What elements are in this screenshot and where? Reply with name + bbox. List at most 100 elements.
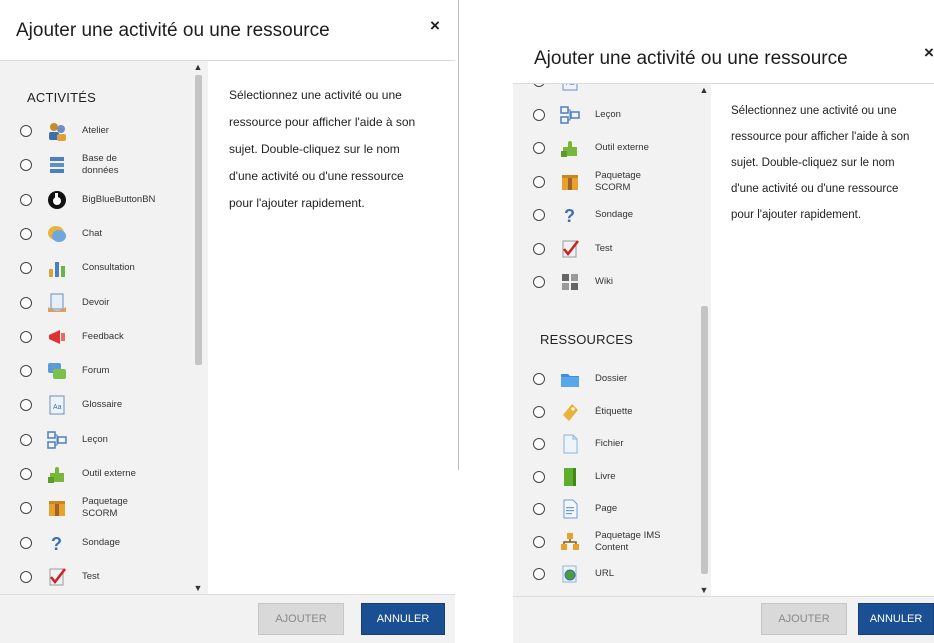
radio-button[interactable] bbox=[20, 365, 32, 378]
radio-button[interactable] bbox=[20, 296, 32, 309]
dialog-title: Ajouter une activité ou une ressource bbox=[16, 20, 330, 41]
scroll-up-icon[interactable]: ▲ bbox=[697, 84, 711, 96]
module-item-sondage[interactable]: ? Sondage bbox=[0, 528, 120, 558]
radio-button[interactable] bbox=[533, 276, 545, 288]
module-item-label: Sondage bbox=[595, 209, 634, 220]
module-item-paquetage-scorm[interactable]: Paquetage SCORM bbox=[513, 167, 641, 197]
radio-button[interactable] bbox=[20, 193, 32, 206]
radio-button[interactable] bbox=[533, 175, 545, 188]
chat-icon bbox=[46, 223, 68, 245]
module-item-sondage[interactable]: ? Sondage bbox=[513, 200, 633, 230]
module-item-etiquette[interactable]: Étiquette bbox=[513, 397, 633, 427]
survey-icon: ? bbox=[559, 204, 581, 226]
close-icon[interactable]: × bbox=[430, 16, 440, 36]
module-item-label: Sondage bbox=[82, 536, 121, 548]
radio-button[interactable] bbox=[533, 568, 545, 580]
assignment-icon bbox=[46, 292, 68, 314]
svg-text:Aa: Aa bbox=[566, 84, 575, 87]
radio-button[interactable] bbox=[20, 570, 32, 583]
radio-button[interactable] bbox=[20, 330, 32, 343]
add-activity-dialog-left: Ajouter une activité ou une ressource × … bbox=[0, 0, 455, 643]
svg-text:Aa: Aa bbox=[53, 404, 62, 411]
scrollbar[interactable]: ▲ ▼ bbox=[191, 61, 205, 594]
cancel-button[interactable]: ANNULER bbox=[361, 603, 445, 635]
scroll-up-icon[interactable]: ▲ bbox=[191, 61, 205, 73]
radio-button[interactable] bbox=[20, 262, 32, 275]
scrollbar-thumb[interactable] bbox=[701, 306, 708, 574]
module-item-glossaire[interactable]: Aa Glossaire bbox=[513, 84, 635, 96]
module-item-consultation[interactable]: Consultation bbox=[0, 253, 135, 283]
module-item-label: Test bbox=[82, 570, 100, 582]
module-item-livre[interactable]: Livre bbox=[513, 462, 616, 492]
module-item-url[interactable]: URL bbox=[513, 559, 614, 589]
atelier-icon bbox=[46, 120, 68, 142]
module-item-page[interactable]: Page bbox=[513, 494, 617, 524]
cancel-button[interactable]: ANNULER bbox=[858, 603, 934, 635]
radio-button[interactable] bbox=[533, 373, 545, 385]
radio-button[interactable] bbox=[533, 108, 545, 121]
module-item-feedback[interactable]: Feedback bbox=[0, 322, 124, 352]
folder-icon bbox=[559, 368, 581, 390]
radio-button[interactable] bbox=[20, 502, 32, 515]
add-button[interactable]: AJOUTER bbox=[258, 603, 344, 635]
module-item-wiki[interactable]: Wiki bbox=[513, 267, 613, 297]
radio-button[interactable] bbox=[533, 242, 545, 255]
radio-button[interactable] bbox=[20, 399, 32, 412]
module-item-outil-externe[interactable]: Outil externe bbox=[513, 133, 649, 163]
module-item-devoir[interactable]: Devoir bbox=[0, 288, 109, 318]
radio-button[interactable] bbox=[20, 125, 32, 137]
module-item-lecon[interactable]: Leçon bbox=[0, 425, 108, 455]
scrollbar[interactable]: ▲ ▼ bbox=[697, 84, 711, 596]
section-heading-activities: ACTIVITÉS bbox=[27, 90, 96, 105]
glossary-icon: Aa bbox=[46, 394, 68, 416]
radio-button[interactable] bbox=[20, 468, 32, 480]
radio-button[interactable] bbox=[20, 433, 32, 446]
module-item-label: Paquetage SCORM bbox=[82, 496, 128, 520]
radio-button[interactable] bbox=[533, 438, 545, 450]
module-item-label: Livre bbox=[595, 470, 616, 482]
module-item-dossier[interactable]: Dossier bbox=[513, 364, 627, 394]
dialog-footer: AJOUTER ANNULER bbox=[0, 595, 455, 643]
module-list[interactable]: RESSOURCES Aa Glossaire Leçon Outil externe… bbox=[513, 84, 711, 596]
add-button[interactable]: AJOUTER bbox=[761, 603, 847, 635]
module-item-bigbluebuttonbn[interactable]: BigBlueButtonBN bbox=[0, 185, 155, 215]
module-item-label: Chat bbox=[82, 227, 103, 239]
module-item-chat[interactable]: Chat bbox=[0, 219, 102, 249]
radio-button[interactable] bbox=[533, 209, 545, 221]
module-item-label: Fichier bbox=[595, 438, 624, 449]
wiki-icon bbox=[559, 271, 581, 293]
radio-button[interactable] bbox=[20, 536, 32, 549]
module-item-paquetage-scorm[interactable]: Paquetage SCORM bbox=[0, 493, 128, 523]
close-icon[interactable]: × bbox=[924, 43, 934, 63]
dialog-body: ACTIVITÉS Atelier Base de données BigBlueB… bbox=[0, 60, 455, 595]
module-item-label: Glossaire bbox=[595, 84, 635, 87]
module-item-outil-externe[interactable]: Outil externe bbox=[0, 459, 136, 489]
scrollbar-thumb[interactable] bbox=[195, 75, 202, 365]
radio-button[interactable] bbox=[533, 142, 545, 154]
module-item-base-de-donnees[interactable]: Base de données bbox=[0, 150, 118, 180]
radio-button[interactable] bbox=[533, 405, 545, 418]
radio-button[interactable] bbox=[533, 503, 545, 515]
module-item-lecon[interactable]: Leçon bbox=[513, 100, 621, 130]
scroll-down-icon[interactable]: ▼ bbox=[191, 582, 205, 594]
radio-button[interactable] bbox=[20, 159, 32, 172]
svg-text:?: ? bbox=[564, 206, 575, 226]
glossary-icon: Aa bbox=[559, 84, 581, 92]
quiz-icon bbox=[46, 566, 68, 588]
module-list[interactable]: ACTIVITÉS Atelier Base de données BigBlueB… bbox=[0, 61, 208, 594]
module-item-test[interactable]: Test bbox=[0, 562, 99, 592]
radio-button[interactable] bbox=[533, 84, 545, 87]
radio-button[interactable] bbox=[533, 535, 545, 548]
module-item-test[interactable]: Test bbox=[513, 234, 612, 264]
module-item-forum[interactable]: Forum bbox=[0, 356, 109, 386]
scroll-down-icon[interactable]: ▼ bbox=[697, 584, 711, 596]
lesson-icon bbox=[559, 104, 581, 126]
dialog-title: Ajouter une activité ou une ressource bbox=[534, 48, 848, 69]
module-item-atelier[interactable]: Atelier bbox=[0, 116, 109, 146]
module-item-paquetage-ims-content[interactable]: Paquetage IMS Content bbox=[513, 527, 661, 557]
radio-button[interactable] bbox=[20, 227, 32, 240]
module-item-label: Dossier bbox=[595, 373, 628, 384]
module-item-fichier[interactable]: Fichier bbox=[513, 429, 624, 459]
module-item-glossaire[interactable]: Aa Glossaire bbox=[0, 390, 122, 420]
radio-button[interactable] bbox=[533, 470, 545, 483]
